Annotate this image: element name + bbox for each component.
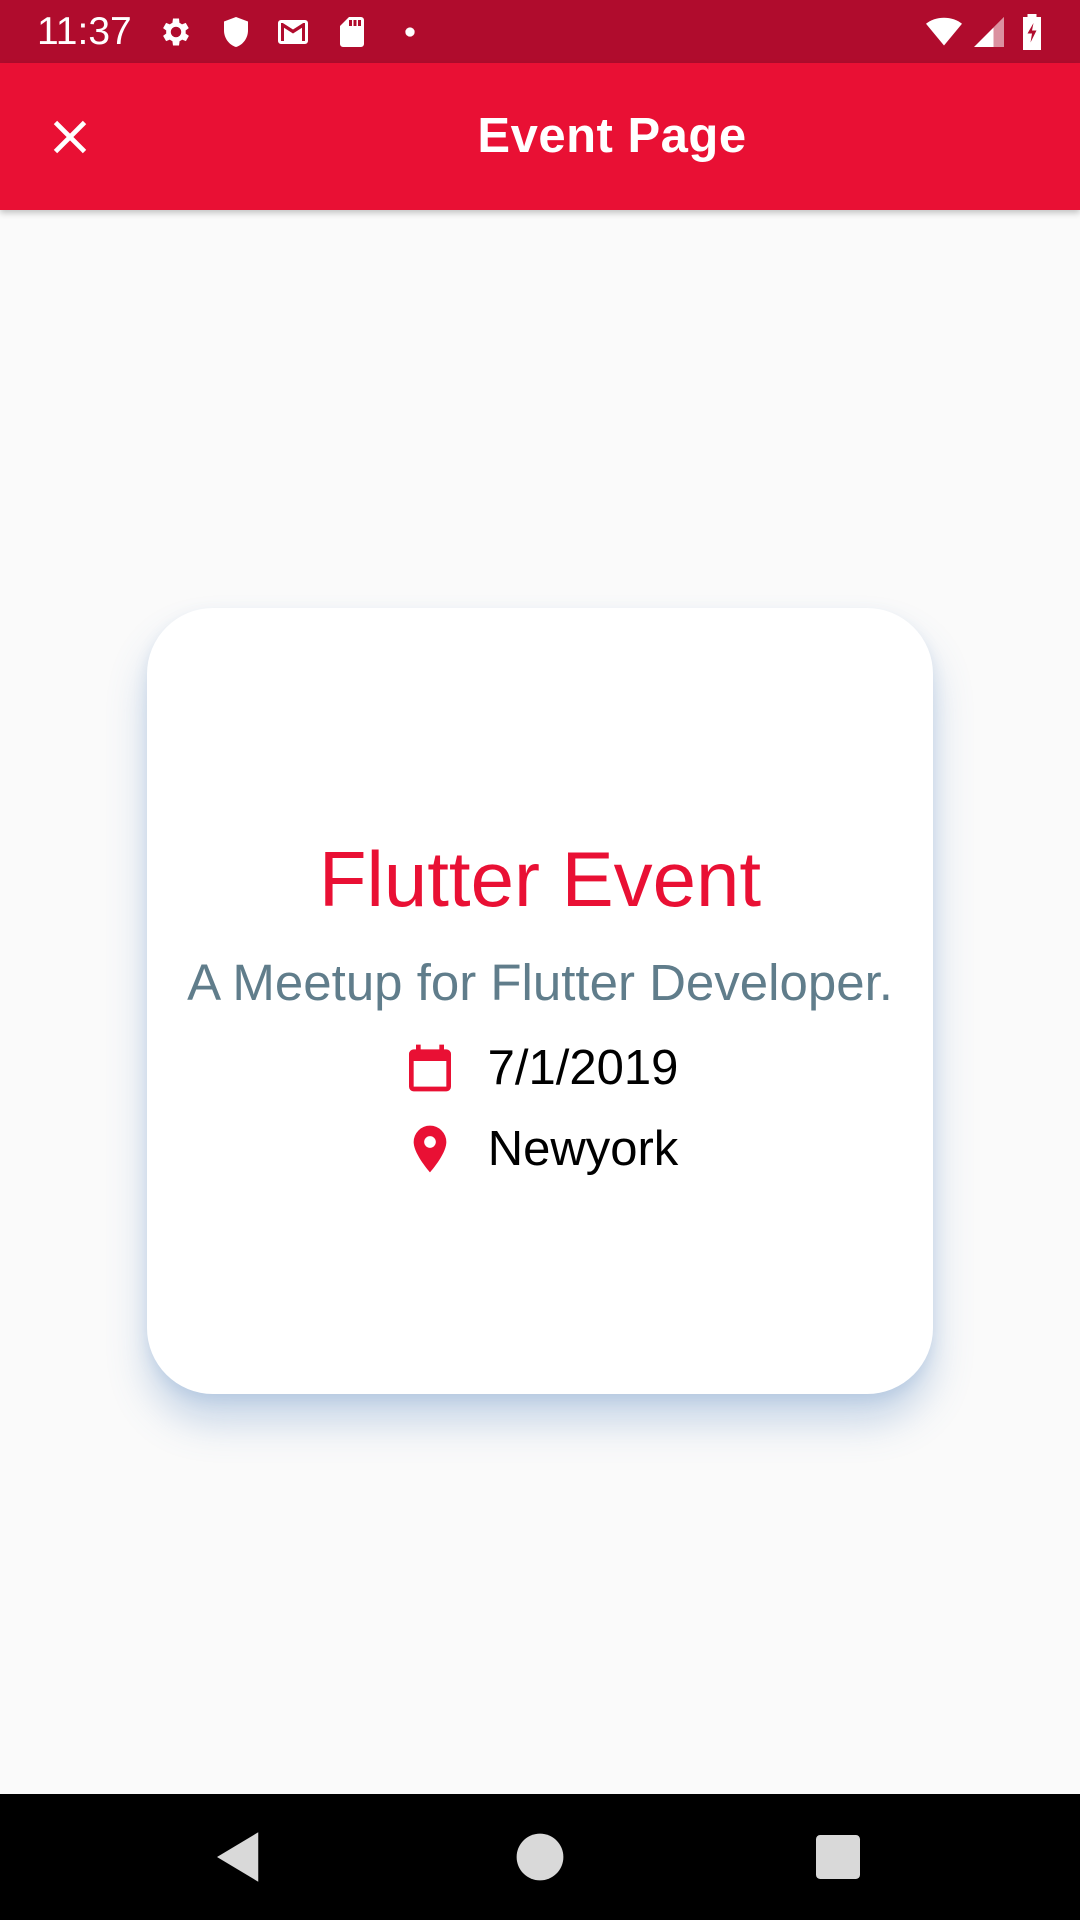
app-bar: Event Page [0, 63, 1080, 210]
event-subtitle: A Meetup for Flutter Developer. [187, 954, 893, 1011]
event-location: Newyork [487, 1122, 679, 1176]
page-title: Event Page [477, 109, 747, 163]
event-title: Flutter Event [318, 835, 762, 923]
event-date: 7/1/2019 [487, 1041, 679, 1095]
status-bar: 11:37 [0, 0, 1080, 63]
location-pin-icon [402, 1121, 458, 1177]
home-icon [516, 1833, 564, 1881]
recents-icon [816, 1835, 860, 1879]
recents-button[interactable] [805, 1824, 871, 1890]
shield-icon [218, 14, 254, 50]
navigation-bar [0, 1794, 1080, 1920]
home-button[interactable] [507, 1824, 573, 1890]
sd-card-icon [334, 14, 370, 50]
settings-icon [158, 14, 194, 50]
battery-charging-icon [1018, 14, 1046, 50]
gmail-icon [275, 14, 311, 50]
wifi-icon [922, 14, 966, 50]
event-location-row: Newyork [147, 1114, 933, 1184]
back-button[interactable] [206, 1824, 272, 1890]
status-time: 11:37 [37, 10, 132, 53]
calendar-icon [402, 1040, 458, 1096]
back-icon [217, 1832, 259, 1882]
event-date-row: 7/1/2019 [147, 1033, 933, 1103]
signal-icon [970, 14, 1008, 50]
dot-icon [396, 14, 424, 50]
event-card: Flutter Event A Meetup for Flutter Devel… [147, 608, 933, 1394]
event-page-screen: 11:37 Event Page Flutter Event A Meetup … [0, 0, 1080, 1920]
